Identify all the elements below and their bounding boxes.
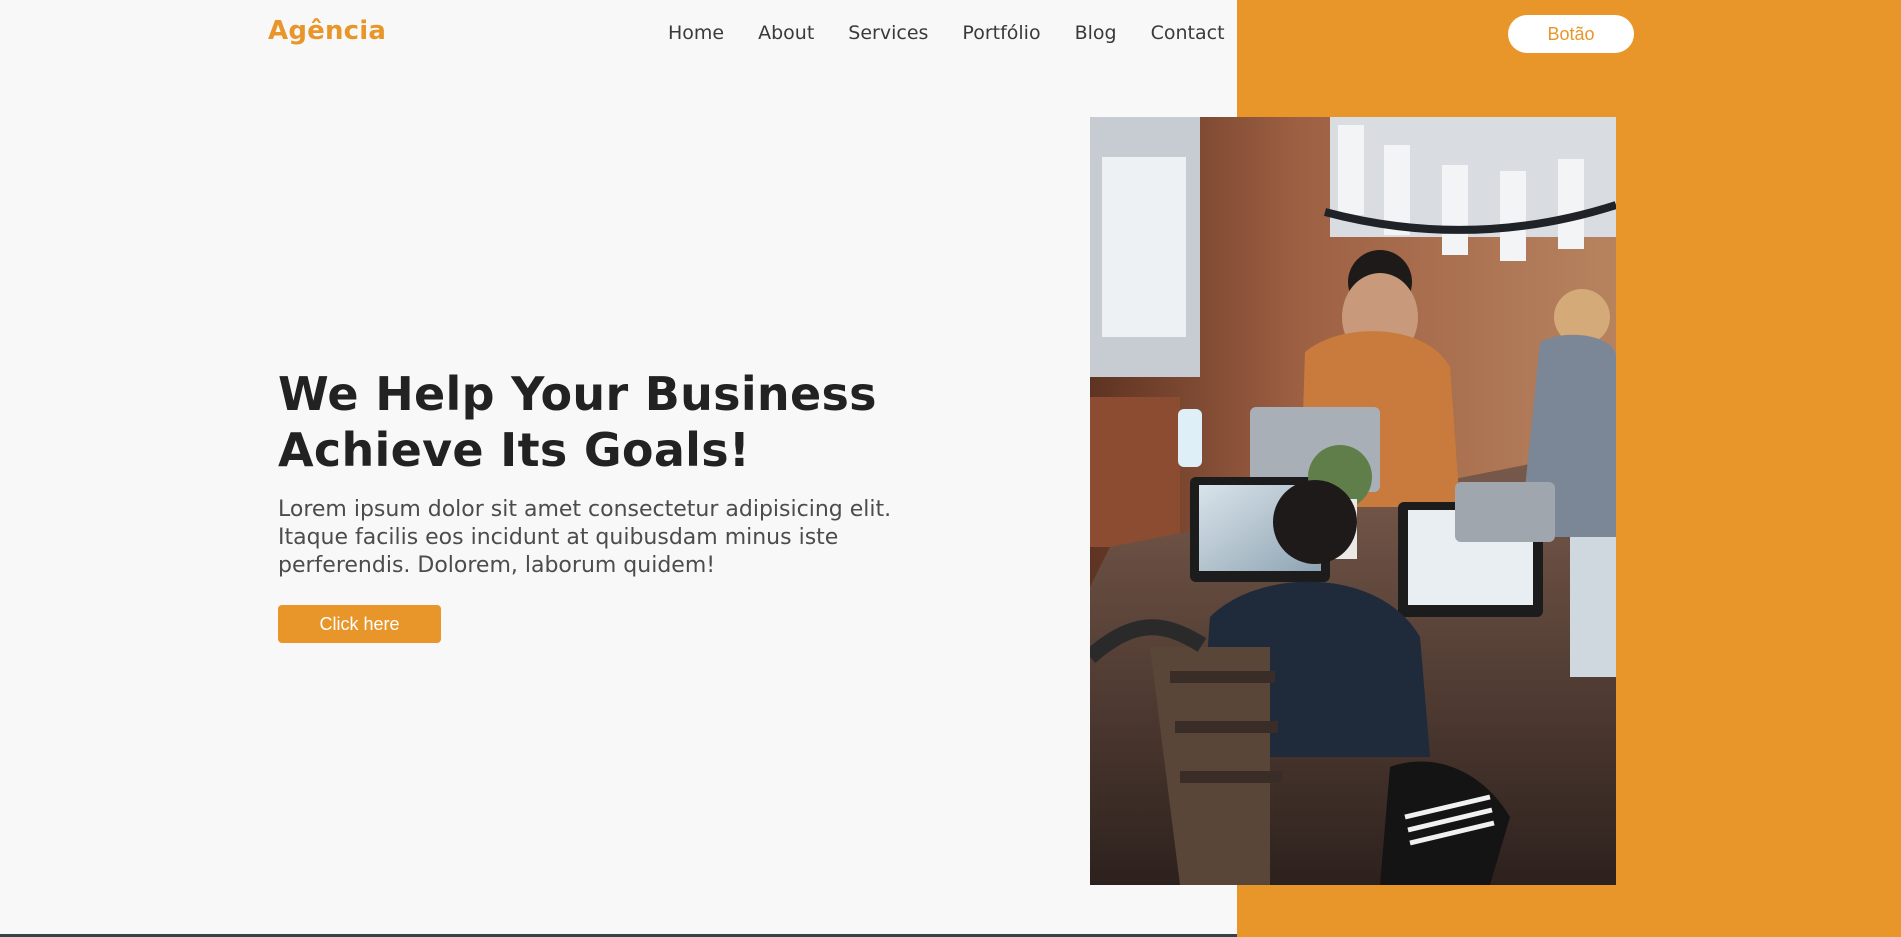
hero-description-line-3: perferendis. Dolorem, laborum quidem!	[278, 553, 716, 578]
nav-link-blog[interactable]: Blog	[1075, 22, 1117, 44]
left-wall-panel	[1090, 397, 1180, 547]
nav-link-contact[interactable]: Contact	[1151, 22, 1225, 44]
water-bottle	[1178, 409, 1202, 467]
hero-title-line-1: We Help Your Business	[278, 367, 877, 421]
header-cta-button[interactable]: Botão	[1508, 15, 1634, 53]
hero-content: We Help Your Business Achieve Its Goals!…	[278, 366, 918, 643]
nav-link-portfolio[interactable]: Portfólio	[962, 22, 1040, 44]
candle-light-1	[1338, 125, 1364, 215]
hero-title-line-2: Achieve Its Goals!	[278, 423, 751, 477]
landing-page: Agência Home About Services Portfólio Bl…	[0, 0, 1901, 937]
hero-description-line-1: Lorem ipsum dolor sit amet consectetur a…	[278, 497, 892, 522]
window-light	[1102, 157, 1186, 337]
right-laptop	[1570, 537, 1616, 677]
candle-light-5	[1558, 159, 1584, 249]
candle-light-4	[1500, 171, 1526, 261]
brand-logo[interactable]: Agência	[268, 16, 386, 46]
hero-description-line-2: Itaque facilis eos incidunt at quibusdam…	[278, 525, 839, 550]
candle-light-3	[1442, 165, 1468, 255]
hero-cta-button[interactable]: Click here	[278, 605, 441, 643]
hero-description: Lorem ipsum dolor sit amet consectetur a…	[278, 496, 918, 580]
team-meeting-illustration	[1090, 117, 1616, 885]
nav-link-home[interactable]: Home	[668, 22, 724, 44]
nav-link-about[interactable]: About	[758, 22, 814, 44]
main-navigation: Home About Services Portfólio Blog Conta…	[668, 22, 1225, 44]
team-meeting-photo	[1090, 117, 1616, 885]
hero-title: We Help Your Business Achieve Its Goals!	[278, 366, 918, 478]
person-head-front	[1273, 480, 1357, 564]
laptop-back-2	[1455, 482, 1555, 542]
nav-link-services[interactable]: Services	[848, 22, 928, 44]
